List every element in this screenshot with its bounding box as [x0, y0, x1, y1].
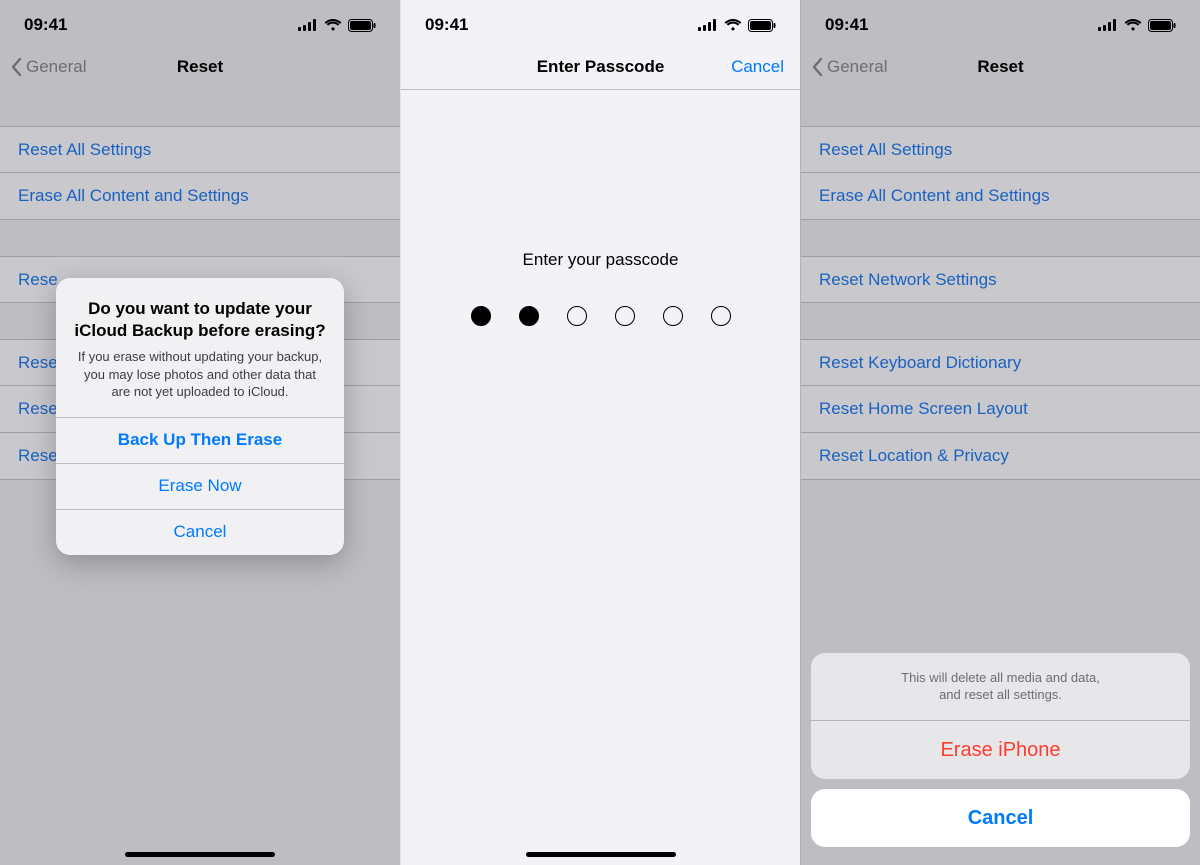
page-title: Reset — [177, 57, 223, 77]
reset-location-privacy[interactable]: Reset Location & Privacy — [801, 433, 1200, 480]
erase-iphone-button[interactable]: Erase iPhone — [811, 721, 1190, 779]
status-bar: 09:41 — [0, 0, 400, 44]
battery-icon — [1148, 19, 1176, 32]
back-button[interactable]: General — [811, 57, 887, 77]
status-time: 09:41 — [825, 15, 868, 35]
reset-network-settings[interactable]: Reset Network Settings — [801, 256, 1200, 303]
back-label: General — [827, 57, 887, 77]
sheet-cancel-button[interactable]: Cancel — [811, 789, 1190, 847]
cellular-icon — [698, 19, 718, 31]
cell-label: Reset Network Settings — [819, 270, 997, 290]
passcode-dot — [471, 306, 491, 326]
reset-home-screen-layout[interactable]: Reset Home Screen Layout — [801, 386, 1200, 433]
status-bar: 09:41 — [401, 0, 800, 44]
alert-cancel-button[interactable]: Cancel — [56, 509, 344, 555]
cell-label: Erase All Content and Settings — [18, 186, 249, 206]
chevron-left-icon — [811, 57, 823, 77]
status-icons — [298, 19, 376, 32]
battery-icon — [348, 19, 376, 32]
battery-icon — [748, 19, 776, 32]
status-icons — [1098, 19, 1176, 32]
cellular-icon — [1098, 19, 1118, 31]
cell-label: Reset Location & Privacy — [819, 446, 1009, 466]
backup-then-erase-button[interactable]: Back Up Then Erase — [56, 417, 344, 463]
passcode-dot — [519, 306, 539, 326]
passcode-dot — [711, 306, 731, 326]
cell-label: Rese — [18, 399, 58, 419]
passcode-dot — [567, 306, 587, 326]
reset-all-settings[interactable]: Reset All Settings — [801, 126, 1200, 173]
action-sheet: This will delete all media and data,and … — [811, 653, 1190, 847]
status-icons — [698, 19, 776, 32]
sheet-message: This will delete all media and data,and … — [811, 653, 1190, 721]
back-label: General — [26, 57, 86, 77]
passcode-dots — [401, 306, 800, 326]
cell-label: Erase All Content and Settings — [819, 186, 1050, 206]
wifi-icon — [324, 19, 342, 31]
back-button[interactable]: General — [10, 57, 86, 77]
screen-reset-with-sheet: 09:41 General Reset Reset All Settings E… — [800, 0, 1200, 865]
alert-message: If you erase without updating your backu… — [74, 348, 326, 401]
nav-bar: General Reset — [0, 44, 400, 90]
cell-label: Rese — [18, 270, 58, 290]
cell-label: Rese — [18, 353, 58, 373]
backup-alert: Do you want to update your iCloud Backup… — [56, 278, 344, 555]
home-indicator[interactable] — [125, 852, 275, 857]
cell-label: Rese — [18, 446, 58, 466]
cell-label: Reset Keyboard Dictionary — [819, 353, 1021, 373]
erase-all-content[interactable]: Erase All Content and Settings — [801, 173, 1200, 220]
cellular-icon — [298, 19, 318, 31]
status-time: 09:41 — [24, 15, 67, 35]
cancel-button[interactable]: Cancel — [731, 57, 784, 77]
status-bar: 09:41 — [801, 0, 1200, 44]
nav-bar: General Reset — [801, 44, 1200, 90]
erase-now-button[interactable]: Erase Now — [56, 463, 344, 509]
reset-keyboard-dictionary[interactable]: Reset Keyboard Dictionary — [801, 339, 1200, 386]
erase-all-content[interactable]: Erase All Content and Settings — [0, 173, 400, 220]
reset-all-settings[interactable]: Reset All Settings — [0, 126, 400, 173]
passcode-dot — [615, 306, 635, 326]
wifi-icon — [724, 19, 742, 31]
cell-label: Reset All Settings — [819, 140, 952, 160]
chevron-left-icon — [10, 57, 22, 77]
screen-reset-with-alert: 09:41 General Reset Reset All Settings E… — [0, 0, 400, 865]
home-indicator[interactable] — [526, 852, 676, 857]
cell-label: Reset Home Screen Layout — [819, 399, 1028, 419]
alert-title: Do you want to update your iCloud Backup… — [74, 298, 326, 342]
wifi-icon — [1124, 19, 1142, 31]
nav-bar: Enter Passcode Cancel — [401, 44, 800, 90]
screen-enter-passcode: 09:41 Enter Passcode Cancel Enter your p… — [400, 0, 800, 865]
cell-label: Reset All Settings — [18, 140, 151, 160]
page-title: Enter Passcode — [537, 57, 665, 77]
passcode-dot — [663, 306, 683, 326]
passcode-prompt: Enter your passcode — [401, 250, 800, 270]
page-title: Reset — [977, 57, 1023, 77]
status-time: 09:41 — [425, 15, 468, 35]
